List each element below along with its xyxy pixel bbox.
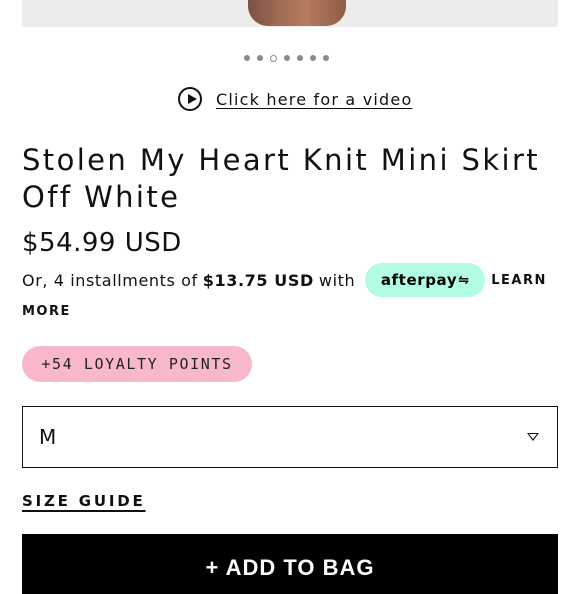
product-title-line1: Stolen My Heart Knit Mini Skirt xyxy=(22,143,541,177)
play-circle-icon[interactable] xyxy=(178,87,202,111)
carousel-dot[interactable] xyxy=(284,55,290,61)
installments-row: Or, 4 installments of $13.75 USD with af… xyxy=(22,262,562,298)
carousel-dot[interactable] xyxy=(244,55,250,61)
video-link[interactable]: Click here for a video xyxy=(216,90,412,109)
carousel-dots xyxy=(244,54,329,62)
product-title: Stolen My Heart Knit Mini Skirt Off Whit… xyxy=(22,142,562,216)
carousel-dot[interactable] xyxy=(270,54,277,62)
loyalty-points-badge: +54 LOYALTY POINTS xyxy=(22,346,252,382)
afterpay-label: afterpay xyxy=(380,271,458,289)
installments-prefix: Or, 4 installments of xyxy=(22,270,198,290)
add-to-bag-button[interactable]: + ADD TO BAG xyxy=(22,534,558,594)
size-selected-value: M xyxy=(39,425,57,449)
afterpay-loop-icon: ⇋ xyxy=(458,272,470,288)
learn-more-link-continued[interactable]: MORE xyxy=(22,304,71,319)
product-title-line2: Off White xyxy=(22,180,181,214)
installment-amount: $13.75 USD xyxy=(202,270,314,290)
learn-more-link[interactable]: LEARN xyxy=(491,273,547,288)
video-link-row[interactable]: Click here for a video xyxy=(178,86,412,112)
chevron-down-icon xyxy=(527,433,539,441)
product-price: $54.99 USD xyxy=(22,228,182,258)
product-image-detail xyxy=(248,0,346,26)
afterpay-badge[interactable]: afterpay ⇋ xyxy=(365,263,486,297)
carousel-dot[interactable] xyxy=(310,55,316,61)
carousel-dot[interactable] xyxy=(297,55,303,61)
size-guide-link[interactable]: SIZE GUIDE xyxy=(22,492,146,510)
size-select[interactable]: M xyxy=(22,406,558,468)
installments-with: with xyxy=(318,270,356,290)
carousel-dot[interactable] xyxy=(323,55,329,61)
carousel-dot[interactable] xyxy=(257,55,263,61)
